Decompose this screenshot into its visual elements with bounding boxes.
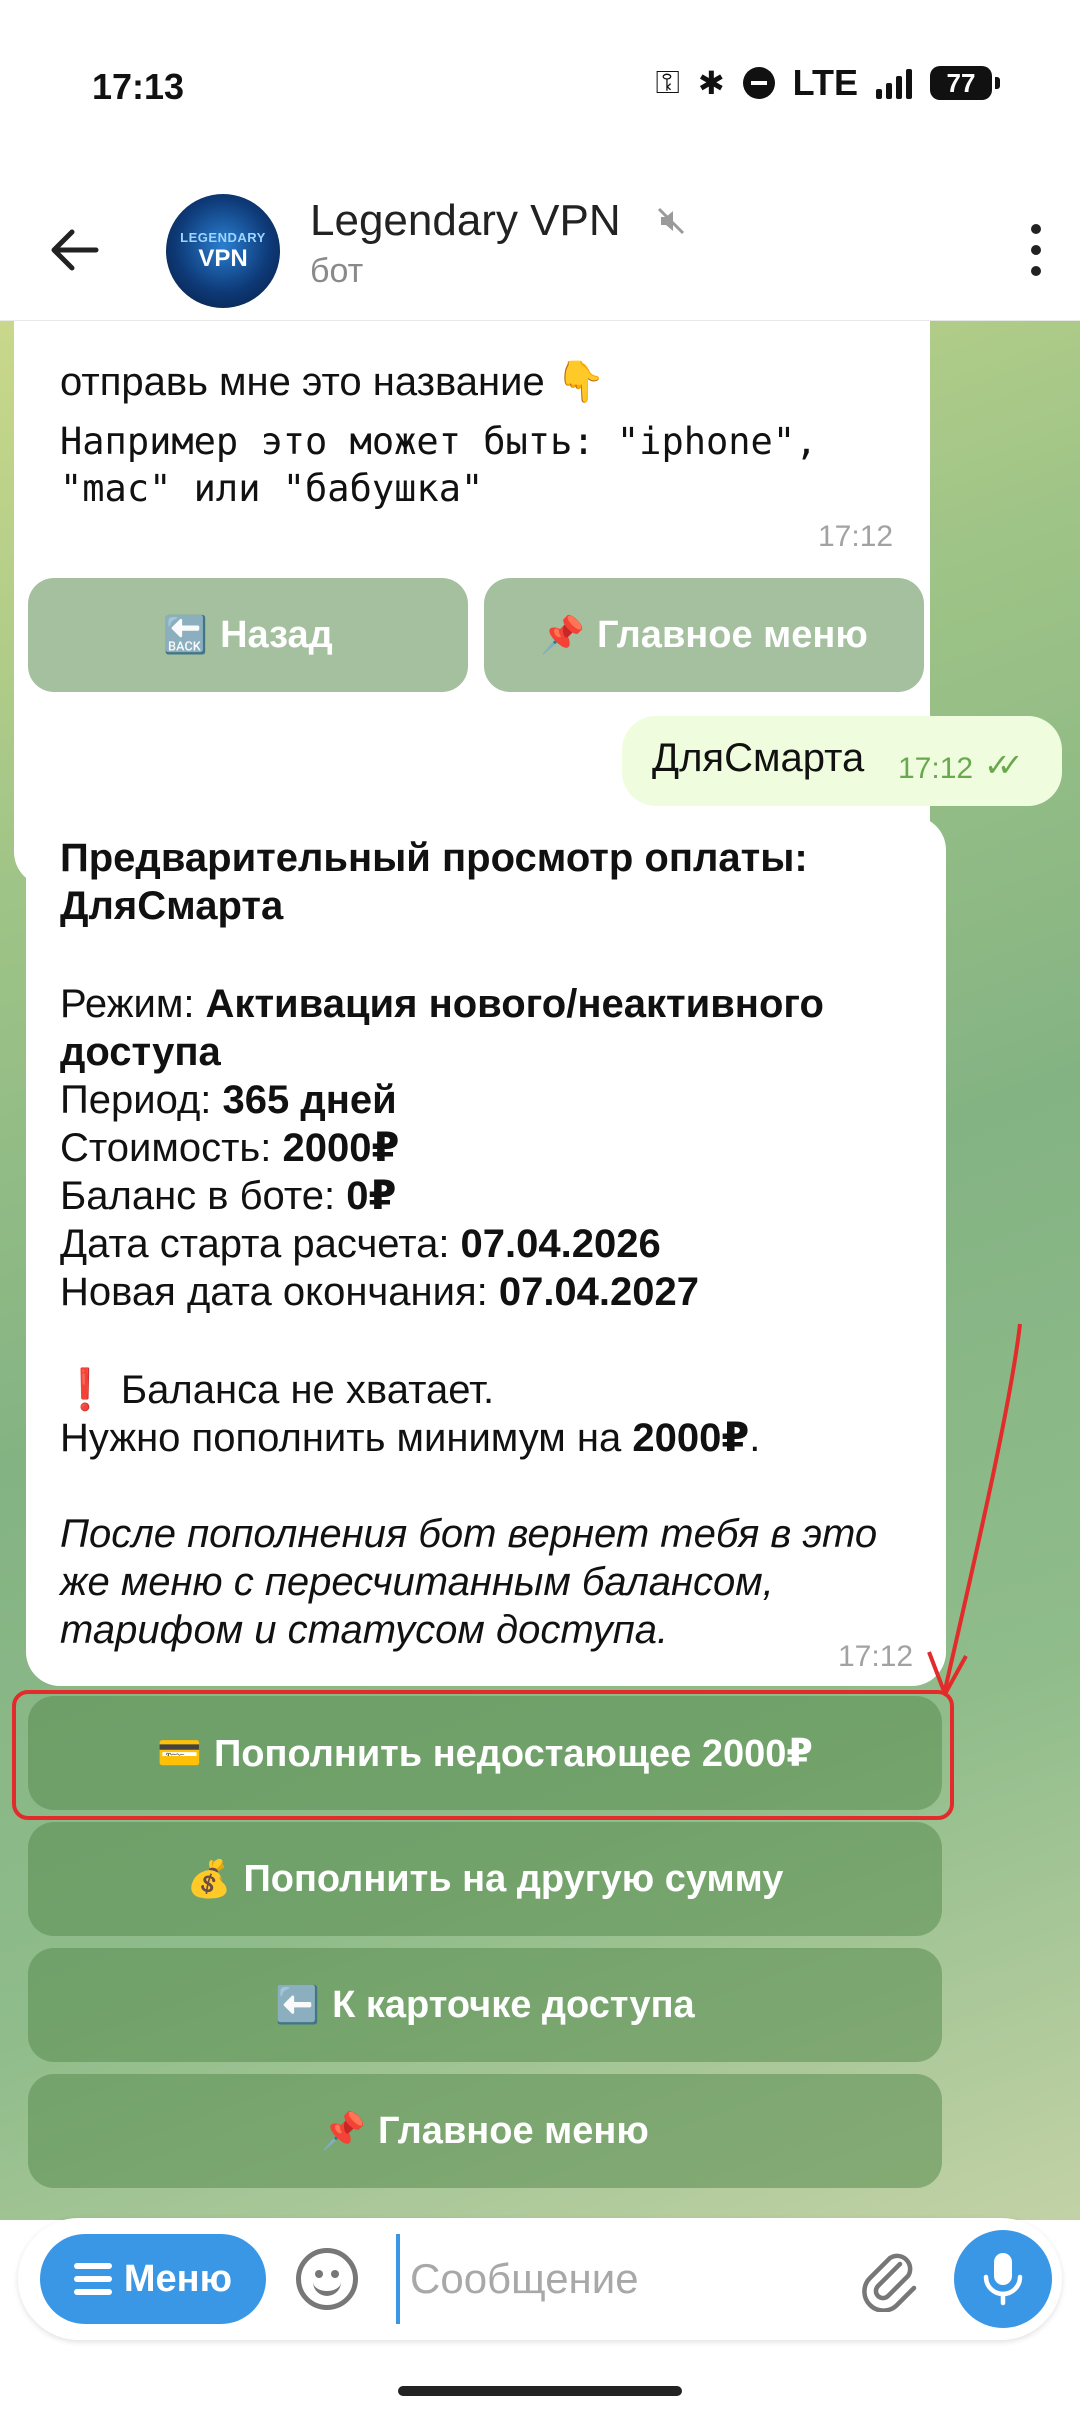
chat-header: LEGENDARY VPN Legendary VPN бот [0,180,1080,321]
back-arrow-icon[interactable] [40,216,108,284]
battery-icon: 77 [930,66,1000,100]
more-options-icon[interactable] [1016,218,1056,282]
gesture-bar[interactable] [398,2386,682,2396]
mute-icon [656,206,686,244]
chat-area[interactable]: отправь мне это название 👇 Например это … [0,320,1080,2220]
microphone-icon [983,2253,1023,2306]
key-icon: ⚿ [655,64,680,100]
annotation-arrow [927,1323,1022,1696]
signal-icon [876,67,912,99]
chat-title[interactable]: Legendary VPN [310,196,621,246]
paperclip-icon[interactable] [856,2246,922,2313]
network-type: LTE [792,62,858,103]
message-input-bar: Меню [18,2218,1062,2340]
status-time: 17:13 [92,66,185,107]
avatar-text-vpn: VPN [198,244,248,272]
chat-subtitle: бот [310,252,364,290]
message-input[interactable] [396,2234,836,2324]
bot-avatar[interactable]: LEGENDARY VPN [166,194,280,308]
bot-menu-button[interactable]: Меню [40,2234,266,2324]
bluetooth-icon: ✱ [697,65,725,101]
status-icons: ⚿ ✱ LTE 77 [655,62,1000,104]
do-not-disturb-icon [742,67,775,99]
menu-icon [73,2263,112,2295]
bot-menu-label: Меню [123,2257,233,2300]
microphone-button[interactable] [954,2230,1052,2328]
avatar-text-top: LEGENDARY [180,229,266,245]
status-bar: 17:13 ⚿ ✱ LTE 77 [0,0,1080,180]
emoji-icon[interactable] [296,2248,358,2310]
